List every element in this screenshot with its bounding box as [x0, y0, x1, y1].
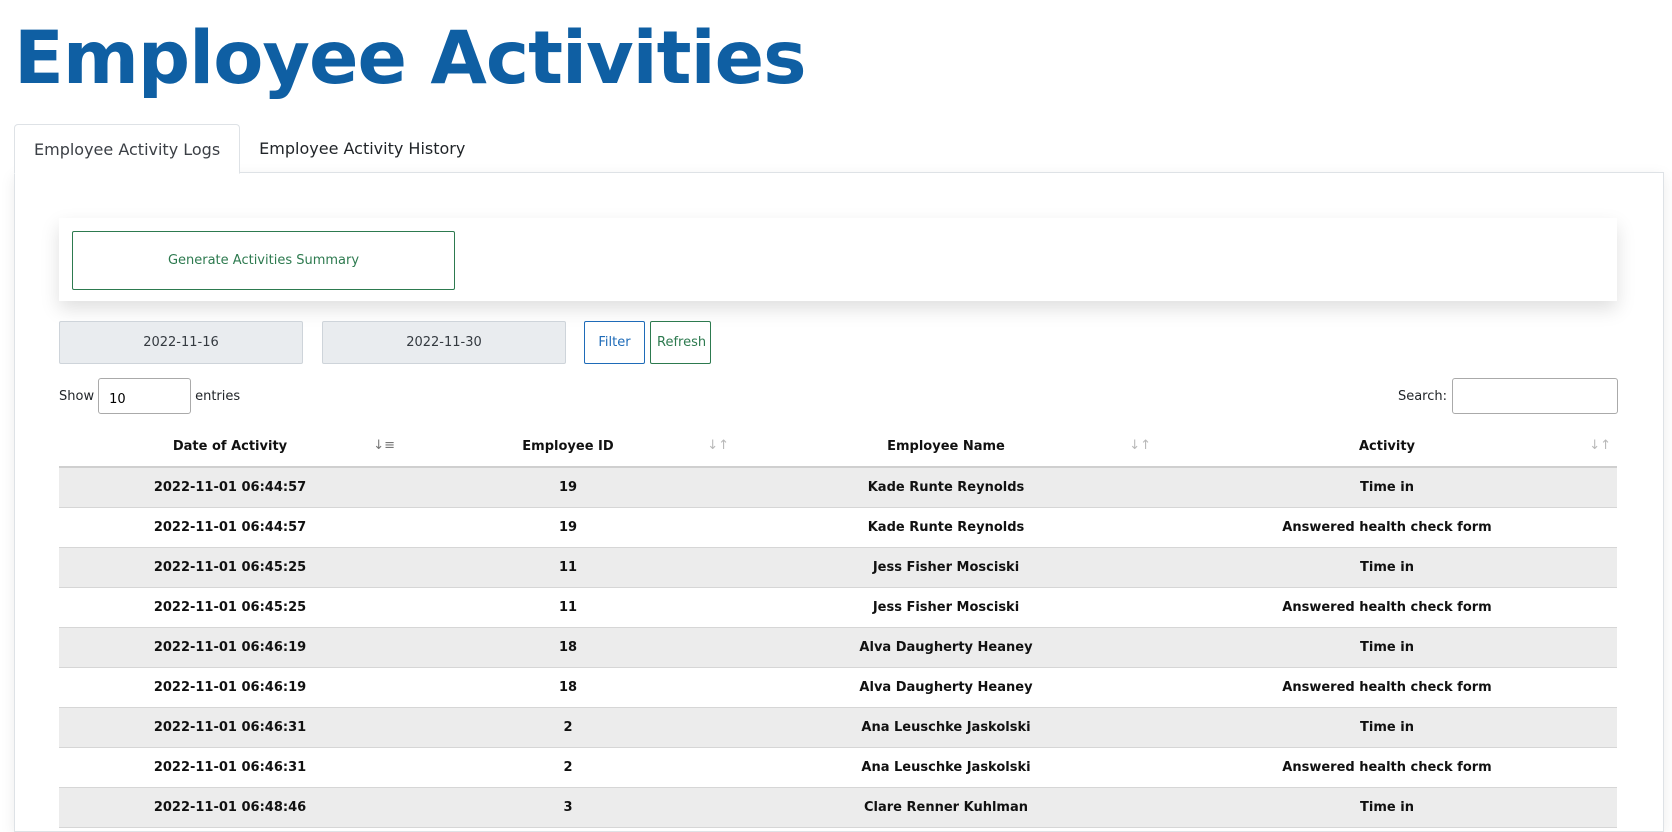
- column-header-employee-name[interactable]: Employee Name ↓↑: [735, 426, 1157, 468]
- cell-employee-id: 3: [401, 787, 735, 828]
- cell-employee-id: 19: [401, 507, 735, 548]
- date-from-input[interactable]: [59, 321, 303, 364]
- table-row[interactable]: 2022-11-01 06:46:31 2 Ana Leuschke Jaskols…: [59, 707, 1617, 748]
- cell-date: 2022-11-01 06:44:57: [59, 507, 401, 548]
- cell-employee-id: 2: [401, 747, 735, 788]
- cell-activity: Time in: [1157, 787, 1617, 828]
- entries-count-input[interactable]: [98, 378, 192, 414]
- sort-ascending-icon: ↓≡: [373, 438, 395, 453]
- cell-employee-name: Kade Runte Reynolds: [735, 467, 1157, 508]
- table-row[interactable]: 2022-11-01 06:48:46 3 Clare Renner Kuhlman…: [59, 787, 1617, 828]
- table-header-row: Date of Activity ↓≡ Employee ID ↓↑ Emplo…: [59, 426, 1617, 468]
- cell-employee-name: Ana Leuschke Jaskolski: [735, 707, 1157, 748]
- table-body: 2022-11-01 06:44:57 19 Kade Runte Reynolds…: [59, 467, 1617, 828]
- date-to-input[interactable]: [322, 321, 566, 364]
- cell-date: 2022-11-01 06:48:46: [59, 787, 401, 828]
- cell-employee-name: Alva Daugherty Heaney: [735, 627, 1157, 668]
- search-input[interactable]: [1452, 378, 1618, 414]
- column-header-label: Employee Name: [887, 438, 1005, 454]
- table-row[interactable]: 2022-11-01 06:44:57 19 Kade Runte Reynolds…: [59, 507, 1617, 548]
- table-row[interactable]: 2022-11-01 06:46:19 18 Alva Daugherty Hean…: [59, 627, 1617, 668]
- activity-table: Date of Activity ↓≡ Employee ID ↓↑ Emplo…: [59, 426, 1617, 828]
- cell-date: 2022-11-01 06:44:57: [59, 467, 401, 508]
- tab-employee-activity-history[interactable]: Employee Activity History: [240, 124, 484, 172]
- table-row[interactable]: 2022-11-01 06:46:31 2 Ana Leuschke Jaskols…: [59, 747, 1617, 788]
- sort-icon: ↓↑: [707, 438, 729, 453]
- show-label: Show: [59, 388, 95, 404]
- cell-date: 2022-11-01 06:46:31: [59, 707, 401, 748]
- entries-length-control: Show entries: [59, 378, 240, 414]
- cell-employee-id: 18: [401, 627, 735, 668]
- column-header-label: Date of Activity: [172, 438, 288, 454]
- cell-employee-id: 11: [401, 547, 735, 588]
- cell-activity: Time in: [1157, 547, 1617, 588]
- cell-employee-id: 19: [401, 467, 735, 508]
- tab-employee-activity-logs[interactable]: Employee Activity Logs: [14, 124, 241, 174]
- cell-activity: Time in: [1157, 467, 1617, 508]
- cell-employee-id: 2: [401, 707, 735, 748]
- cell-date: 2022-11-01 06:46:19: [59, 667, 401, 708]
- table-row[interactable]: 2022-11-01 06:46:19 18 Alva Daugherty Hean…: [59, 667, 1617, 708]
- cell-activity: Answered health check form: [1157, 587, 1617, 628]
- column-header-employee-id[interactable]: Employee ID ↓↑: [401, 426, 735, 468]
- entries-label: entries: [195, 388, 241, 404]
- table-search-control: Search:: [1398, 378, 1618, 414]
- cell-activity: Time in: [1157, 627, 1617, 668]
- cell-activity: Answered health check form: [1157, 667, 1617, 708]
- table-row[interactable]: 2022-11-01 06:45:25 11 Jess Fisher Moscisk…: [59, 547, 1617, 588]
- cell-employee-name: Jess Fisher Mosciski: [735, 547, 1157, 588]
- cell-activity: Answered health check form: [1157, 507, 1617, 548]
- column-header-date[interactable]: Date of Activity ↓≡: [59, 426, 401, 468]
- page-title: Employee Activities: [14, 16, 807, 101]
- sort-icon: ↓↑: [1589, 438, 1611, 453]
- sort-icon: ↓↑: [1129, 438, 1151, 453]
- cell-employee-name: Kade Runte Reynolds: [735, 507, 1157, 548]
- search-label: Search:: [1397, 388, 1447, 404]
- cell-employee-name: Alva Daugherty Heaney: [735, 667, 1157, 708]
- table-row[interactable]: 2022-11-01 06:44:57 19 Kade Runte Reynolds…: [59, 467, 1617, 508]
- cell-employee-id: 11: [401, 587, 735, 628]
- cell-employee-name: Jess Fisher Mosciski: [735, 587, 1157, 628]
- cell-date: 2022-11-01 06:45:25: [59, 547, 401, 588]
- generate-summary-button[interactable]: Generate Activities Summary: [72, 231, 455, 290]
- column-header-label: Employee ID: [522, 438, 614, 454]
- table-row[interactable]: 2022-11-01 06:45:25 11 Jess Fisher Moscisk…: [59, 587, 1617, 628]
- cell-employee-name: Clare Renner Kuhlman: [735, 787, 1157, 828]
- column-header-label: Activity: [1358, 438, 1416, 454]
- cell-date: 2022-11-01 06:45:25: [59, 587, 401, 628]
- cell-activity: Answered health check form: [1157, 747, 1617, 788]
- column-header-activity[interactable]: Activity ↓↑: [1157, 426, 1617, 468]
- refresh-button[interactable]: Refresh: [650, 321, 711, 364]
- cell-date: 2022-11-01 06:46:31: [59, 747, 401, 788]
- filter-button[interactable]: Filter: [584, 321, 645, 364]
- tab-bar: Employee Activity Logs Employee Activity…: [14, 124, 484, 174]
- cell-activity: Time in: [1157, 707, 1617, 748]
- cell-employee-name: Ana Leuschke Jaskolski: [735, 747, 1157, 788]
- cell-date: 2022-11-01 06:46:19: [59, 627, 401, 668]
- cell-employee-id: 18: [401, 667, 735, 708]
